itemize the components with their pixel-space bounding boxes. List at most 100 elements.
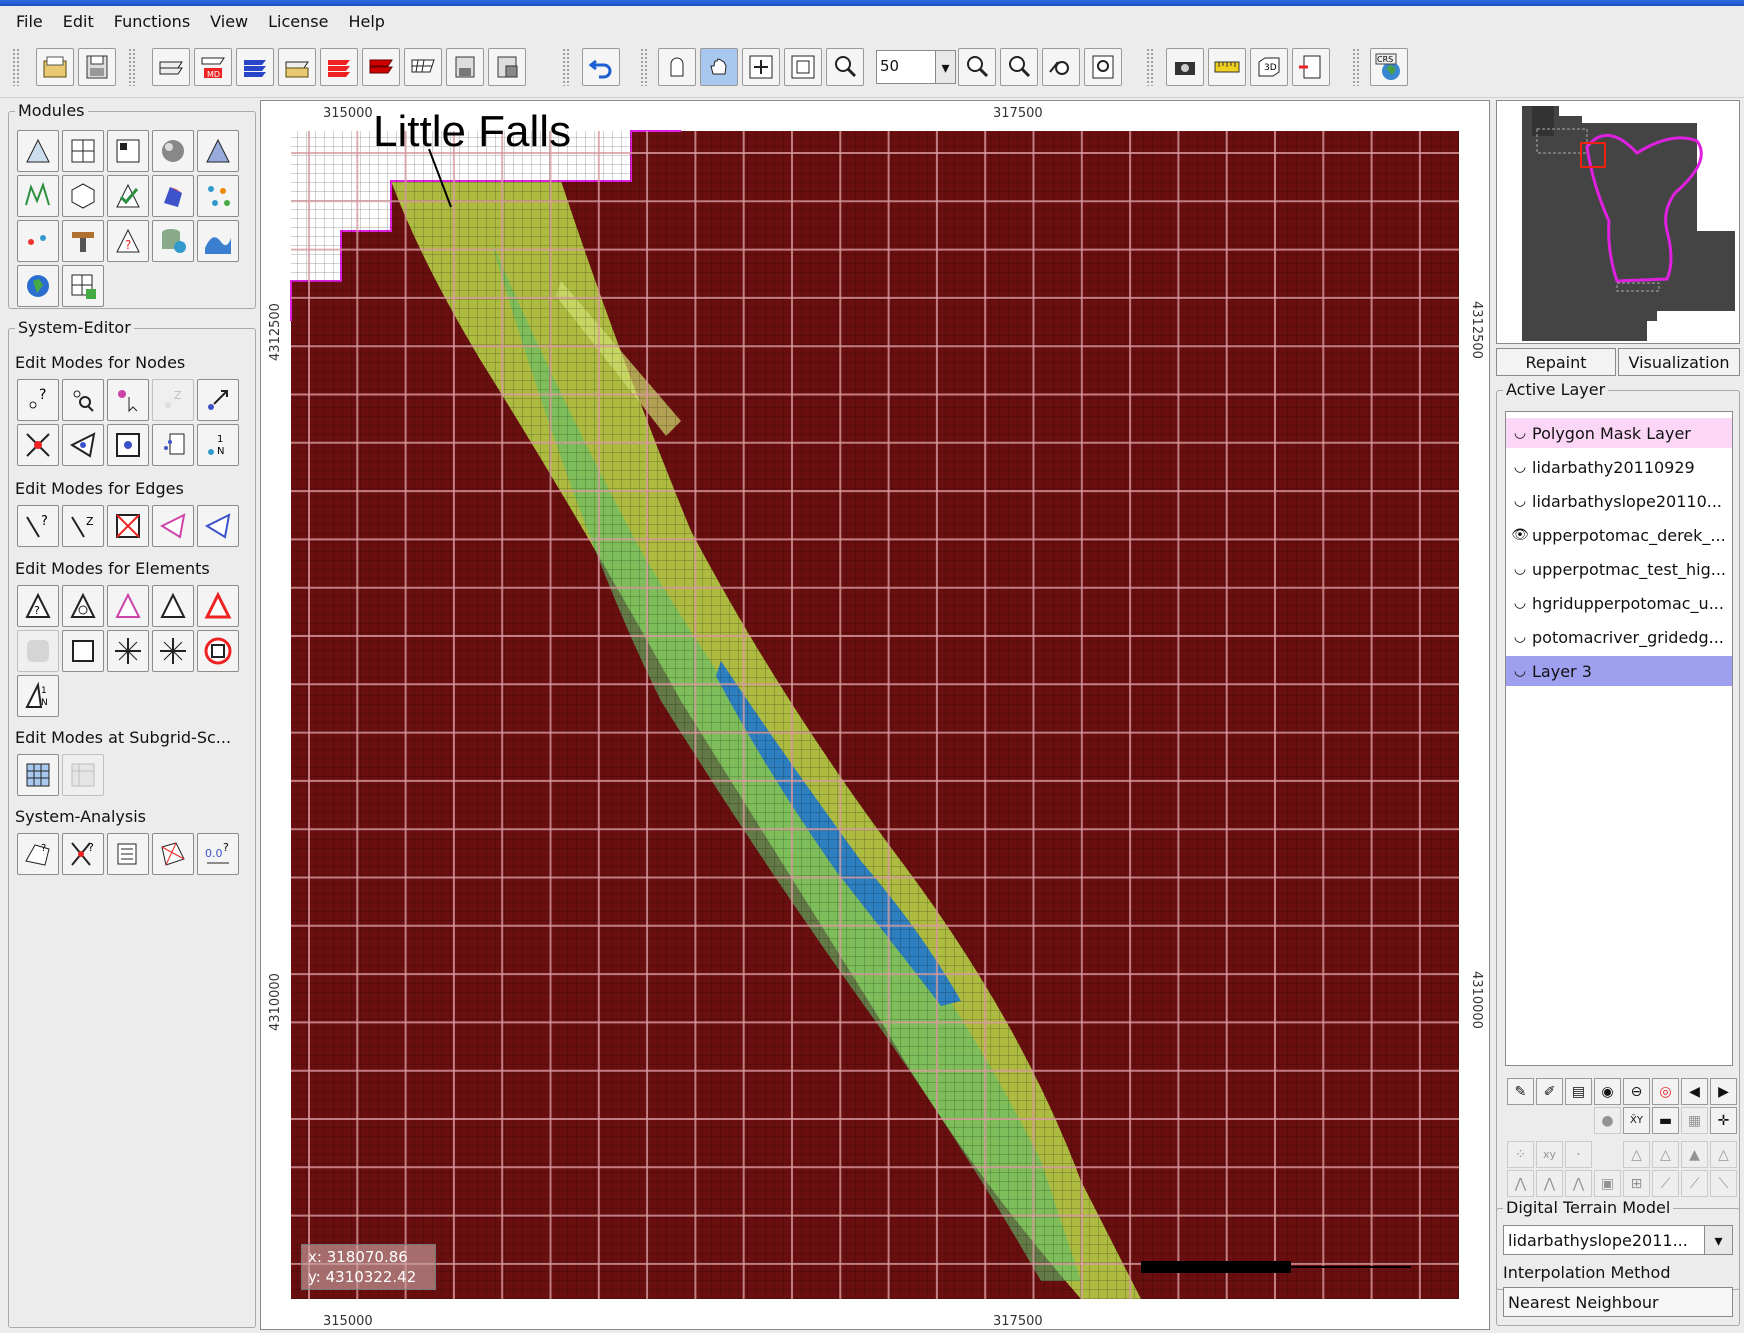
layer-move-up-button[interactable]: ◀: [1681, 1078, 1708, 1105]
menu-edit[interactable]: Edit: [53, 12, 104, 31]
edge-collapse-button[interactable]: [197, 505, 239, 547]
analysis-element-button[interactable]: [152, 833, 194, 875]
layer-list-item[interactable]: ◡ Polygon Mask Layer: [1506, 418, 1732, 448]
overview-map[interactable]: [1496, 100, 1740, 344]
subgrid-refine-button[interactable]: [62, 754, 104, 796]
layer-list-item[interactable]: ◡ upperpotmac_test_hig...: [1506, 554, 1732, 584]
module-button-5[interactable]: [197, 130, 239, 172]
module-button-4[interactable]: [152, 130, 194, 172]
node-square-button[interactable]: [107, 424, 149, 466]
chevron-down-icon[interactable]: ▾: [1704, 1226, 1732, 1254]
toolbar-grip[interactable]: [640, 48, 648, 86]
tool-l-button[interactable]: ⊞: [1623, 1170, 1650, 1197]
tool-g-button[interactable]: △: [1710, 1141, 1737, 1168]
hidden-eye-icon[interactable]: ◡: [1510, 629, 1530, 645]
analysis-mesh-button[interactable]: ?: [17, 833, 59, 875]
import-layer-button[interactable]: [278, 48, 316, 86]
tool-b-button[interactable]: xy: [1536, 1141, 1563, 1168]
layer-disabled-button[interactable]: ●: [1594, 1107, 1621, 1134]
measure-button[interactable]: [1208, 48, 1246, 86]
zoom-plus-button[interactable]: [958, 48, 996, 86]
zoom-level-combobox[interactable]: 50 ▾: [876, 50, 956, 84]
hidden-eye-icon[interactable]: ◡: [1510, 425, 1530, 441]
legend-button[interactable]: ▬: [1652, 1107, 1679, 1134]
red-layer-2-button[interactable]: [362, 48, 400, 86]
tool-c-button[interactable]: ·: [1565, 1141, 1592, 1168]
toolbar-grip[interactable]: [562, 48, 570, 86]
analysis-edge-button[interactable]: ?: [62, 833, 104, 875]
crosshair-button[interactable]: ✛: [1710, 1107, 1737, 1134]
layer-list-item[interactable]: ◡ hgridupperpotomac_u...: [1506, 588, 1732, 618]
pan-tool-button[interactable]: [700, 48, 738, 86]
hidden-eye-icon[interactable]: ◡: [1510, 663, 1530, 679]
toolbar-grip[interactable]: [128, 48, 136, 86]
zoom-extent-button[interactable]: [784, 48, 822, 86]
edge-swap-button[interactable]: [107, 505, 149, 547]
tool-a-button[interactable]: ⁘: [1507, 1141, 1534, 1168]
module-button-16[interactable]: [17, 265, 59, 307]
module-button-1[interactable]: [17, 130, 59, 172]
module-button-15[interactable]: [197, 220, 239, 262]
menu-help[interactable]: Help: [338, 12, 394, 31]
node-move-button[interactable]: [197, 379, 239, 421]
md-layer-button[interactable]: MD: [194, 48, 232, 86]
node-merge-button[interactable]: [62, 424, 104, 466]
hidden-eye-icon[interactable]: ◡: [1510, 595, 1530, 611]
module-button-9[interactable]: [152, 175, 194, 217]
node-info-button[interactable]: ?: [17, 379, 59, 421]
map-canvas[interactable]: 315000 315000 317500 317500 4312500 4312500 43…: [261, 101, 1491, 1331]
export-layer-button[interactable]: [446, 48, 484, 86]
zoom-in-button[interactable]: [826, 48, 864, 86]
module-button-13[interactable]: ?: [107, 220, 149, 262]
menu-view[interactable]: View: [200, 12, 258, 31]
layer-properties-button[interactable]: ▤: [1565, 1078, 1592, 1105]
hide-layer-button[interactable]: ⊖: [1623, 1078, 1650, 1105]
layer-move-down-button[interactable]: ▶: [1710, 1078, 1737, 1105]
open-project-button[interactable]: [36, 48, 74, 86]
module-button-3[interactable]: [107, 130, 149, 172]
node-z-button[interactable]: Z: [152, 379, 194, 421]
element-quad-button[interactable]: [62, 630, 104, 672]
edge-info-button[interactable]: ?: [17, 505, 59, 547]
toolbar-grip[interactable]: [12, 48, 20, 86]
tool-h-button[interactable]: ⋀: [1507, 1170, 1534, 1197]
tool-j-button[interactable]: ⋀: [1565, 1170, 1592, 1197]
tool-k-button[interactable]: ▣: [1594, 1170, 1621, 1197]
layer-list-item[interactable]: ◡ potomacriver_gridedg...: [1506, 622, 1732, 652]
analysis-table-button[interactable]: [107, 833, 149, 875]
layer-color-button[interactable]: ◎: [1652, 1078, 1679, 1105]
view-3d-button[interactable]: 3D: [1250, 48, 1288, 86]
hidden-eye-icon[interactable]: ◡: [1510, 561, 1530, 577]
element-search-button[interactable]: [62, 585, 104, 627]
toggle-visibility-button[interactable]: ◉: [1594, 1078, 1621, 1105]
edge-z-button[interactable]: Z: [62, 505, 104, 547]
layer-list-item[interactable]: ◡ lidarbathy20110929: [1506, 452, 1732, 482]
pencil-edit-button[interactable]: ✎: [1507, 1078, 1534, 1105]
tool-e-button[interactable]: △: [1652, 1141, 1679, 1168]
node-delete-button[interactable]: [17, 424, 59, 466]
zoom-minus-button[interactable]: [1000, 48, 1038, 86]
element-remove-button[interactable]: [197, 630, 239, 672]
element-select-button[interactable]: [107, 585, 149, 627]
crs-button[interactable]: CRS: [1370, 48, 1408, 86]
node-points-button[interactable]: [152, 424, 194, 466]
tool-m-button[interactable]: ⟋: [1652, 1170, 1679, 1197]
edge-split-button[interactable]: [152, 505, 194, 547]
red-layer-button[interactable]: [320, 48, 358, 86]
save-project-button[interactable]: [78, 48, 116, 86]
subgrid-edit-button[interactable]: [17, 754, 59, 796]
hidden-eye-icon[interactable]: ◡: [1510, 459, 1530, 475]
node-renumber-button[interactable]: 1N: [197, 424, 239, 466]
layer-list-item[interactable]: ◡ Layer 3: [1506, 656, 1732, 686]
repaint-button[interactable]: Repaint: [1496, 348, 1616, 376]
analysis-value-button[interactable]: 0.0?: [197, 833, 239, 875]
layer-list-item[interactable]: ◡ lidarbathyslope20110...: [1506, 486, 1732, 516]
tool-f-button[interactable]: ▲: [1681, 1141, 1708, 1168]
module-button-8[interactable]: [107, 175, 149, 217]
zoom-window-button[interactable]: [1084, 48, 1122, 86]
menu-license[interactable]: License: [258, 12, 338, 31]
toolbar-grip[interactable]: [1146, 48, 1154, 86]
element-merge-button[interactable]: [152, 630, 194, 672]
tool-n-button[interactable]: ⟋: [1681, 1170, 1708, 1197]
pencil-delete-button[interactable]: ✐: [1536, 1078, 1563, 1105]
